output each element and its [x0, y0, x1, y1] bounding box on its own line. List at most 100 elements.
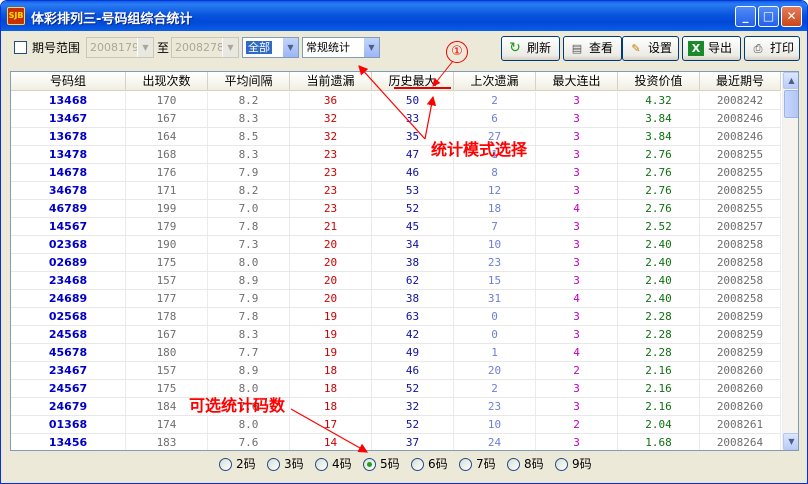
grid-header: 号码组 出现次数 平均间隔 当前遗漏 历史最大 上次遗漏 最大连出 投资价值 最近期号 [11, 72, 781, 91]
view-button[interactable]: ▤ 查看 [563, 36, 622, 61]
scroll-up-button[interactable]: ▲ [783, 72, 798, 89]
minimize-button[interactable]: _ [735, 6, 756, 27]
export-button[interactable]: X 导出 [682, 36, 741, 61]
chevron-down-icon: ▼ [137, 38, 153, 57]
table-cell: 34 [372, 236, 454, 253]
table-cell: 7.7 [208, 344, 290, 361]
stats-grid[interactable]: 号码组 出现次数 平均间隔 当前遗漏 历史最大 上次遗漏 最大连出 投资价值 最近期号 1346… [10, 71, 799, 451]
radio-dot-icon[interactable] [555, 458, 568, 471]
table-row[interactable]: 02568 178 7.8 19 63 0 3 2.28 2008259 [11, 308, 781, 326]
table-row[interactable]: 01368 174 8.0 17 52 10 2 2.04 2008261 [11, 416, 781, 434]
table-cell: 23 [290, 182, 372, 199]
table-row[interactable]: 02689 175 8.0 20 38 23 3 2.40 2008258 [11, 254, 781, 272]
radio-dot-icon[interactable] [507, 458, 520, 471]
radio-dot-icon[interactable] [363, 458, 376, 471]
table-cell: 3 [536, 236, 618, 253]
table-cell: 2.40 [618, 236, 700, 253]
table-row[interactable]: 24689 177 7.9 20 38 31 4 2.40 2008258 [11, 290, 781, 308]
radio-option[interactable]: 5码 [363, 456, 400, 472]
radio-dot-icon[interactable] [459, 458, 472, 471]
table-row[interactable]: 23467 157 8.9 18 46 20 2 2.16 2008260 [11, 362, 781, 380]
table-cell: 2.04 [618, 416, 700, 433]
export-label: 导出 [708, 41, 733, 55]
radio-dot-icon[interactable] [315, 458, 328, 471]
scroll-thumb[interactable] [784, 90, 798, 118]
table-row[interactable]: 13468 170 8.2 36 50 2 3 4.32 2008242 [11, 92, 781, 110]
grid-body[interactable]: 13468 170 8.2 36 50 2 3 4.32 2008242 13467 167 8.3 3… [11, 92, 781, 450]
column-header[interactable]: 号码组 [11, 72, 126, 91]
table-cell: 8.9 [208, 362, 290, 379]
table-row[interactable]: 24679 184 7.6 18 32 23 3 2.16 2008260 [11, 398, 781, 416]
period-from-select[interactable]: 2008179 ▼ [86, 37, 154, 58]
table-cell: 13478 [11, 146, 126, 163]
settings-icon: ✎ [631, 42, 641, 55]
period-to-select[interactable]: 2008278 ▼ [171, 37, 239, 58]
table-cell: 2.76 [618, 182, 700, 199]
scroll-down-button[interactable]: ▼ [783, 433, 798, 450]
table-cell: 3 [536, 110, 618, 127]
radio-option[interactable]: 7码 [459, 456, 496, 472]
settings-button[interactable]: ✎ 设置 [622, 36, 679, 61]
radio-dot-icon[interactable] [267, 458, 280, 471]
column-header[interactable]: 平均间隔 [208, 72, 290, 91]
table-cell: 52 [372, 416, 454, 433]
settings-label: 设置 [648, 41, 673, 55]
table-cell: 4 [536, 290, 618, 307]
radio-option[interactable]: 6码 [411, 456, 448, 472]
table-row[interactable]: 02368 190 7.3 20 34 10 3 2.40 2008258 [11, 236, 781, 254]
period-range-checkbox[interactable] [14, 41, 27, 54]
table-cell: 2008264 [700, 434, 781, 450]
maximize-button[interactable]: □ [758, 6, 779, 27]
vertical-scrollbar[interactable]: ▲ ▼ [782, 72, 798, 450]
table-cell: 2008258 [700, 272, 781, 289]
table-cell: 23 [290, 146, 372, 163]
table-row[interactable]: 45678 180 7.7 19 49 1 4 2.28 2008259 [11, 344, 781, 362]
radio-label: 3码 [284, 457, 304, 471]
table-row[interactable]: 13478 168 8.3 23 47 1 3 2.76 2008255 [11, 146, 781, 164]
table-row[interactable]: 14678 176 7.9 23 46 8 3 2.76 2008255 [11, 164, 781, 182]
radio-option[interactable]: 9码 [555, 456, 592, 472]
radio-option[interactable]: 3码 [267, 456, 304, 472]
table-cell: 3 [536, 254, 618, 271]
column-header[interactable]: 最大连出 [536, 72, 618, 91]
close-button[interactable]: ✕ [781, 6, 802, 27]
radio-option[interactable]: 2码 [219, 456, 256, 472]
table-row[interactable]: 46789 199 7.0 23 52 18 4 2.76 2008255 [11, 200, 781, 218]
column-header[interactable]: 最近期号 [700, 72, 781, 91]
radio-dot-icon[interactable] [411, 458, 424, 471]
table-row[interactable]: 23468 157 8.9 20 62 15 3 2.40 2008258 [11, 272, 781, 290]
column-header[interactable]: 上次遗漏 [454, 72, 536, 91]
table-cell: 02368 [11, 236, 126, 253]
column-header[interactable]: 当前遗漏 [290, 72, 372, 91]
radio-dot-icon[interactable] [219, 458, 232, 471]
column-header[interactable]: 投资价值 [618, 72, 700, 91]
table-cell: 2008257 [700, 218, 781, 235]
table-cell: 50 [372, 92, 454, 109]
table-cell: 24568 [11, 326, 126, 343]
radio-option[interactable]: 8码 [507, 456, 544, 472]
table-row[interactable]: 13456 183 7.6 14 37 24 3 1.68 2008264 [11, 434, 781, 450]
table-row[interactable]: 13678 164 8.5 32 35 27 3 3.84 2008246 [11, 128, 781, 146]
filter-select-value: 全部 [246, 41, 272, 54]
title-bar[interactable]: SJB 体彩排列三-号码组综合统计 _ □ ✕ [1, 1, 807, 31]
table-cell: 3.84 [618, 128, 700, 145]
column-header[interactable]: 历史最大 [372, 72, 454, 91]
filter-select[interactable]: 全部 ▼ [242, 37, 299, 58]
table-cell: 4 [536, 200, 618, 217]
refresh-button[interactable]: ↻ 刷新 [501, 36, 560, 61]
table-cell: 24 [454, 434, 536, 450]
table-row[interactable]: 34678 171 8.2 23 53 12 3 2.76 2008255 [11, 182, 781, 200]
radio-option[interactable]: 4码 [315, 456, 352, 472]
table-cell: 2.76 [618, 146, 700, 163]
table-cell: 18 [454, 200, 536, 217]
table-cell: 20 [290, 254, 372, 271]
table-row[interactable]: 24567 175 8.0 18 52 2 3 2.16 2008260 [11, 380, 781, 398]
table-row[interactable]: 13467 167 8.3 32 33 6 3 3.84 2008246 [11, 110, 781, 128]
table-row[interactable]: 24568 167 8.3 19 42 0 3 2.28 2008259 [11, 326, 781, 344]
table-cell: 10 [454, 236, 536, 253]
print-button[interactable]: ⎙ 打印 [744, 36, 800, 61]
table-cell: 10 [454, 416, 536, 433]
column-header[interactable]: 出现次数 [126, 72, 208, 91]
table-row[interactable]: 14567 179 7.8 21 45 7 3 2.52 2008257 [11, 218, 781, 236]
mode-select[interactable]: 常规统计 ▼ [302, 37, 380, 58]
